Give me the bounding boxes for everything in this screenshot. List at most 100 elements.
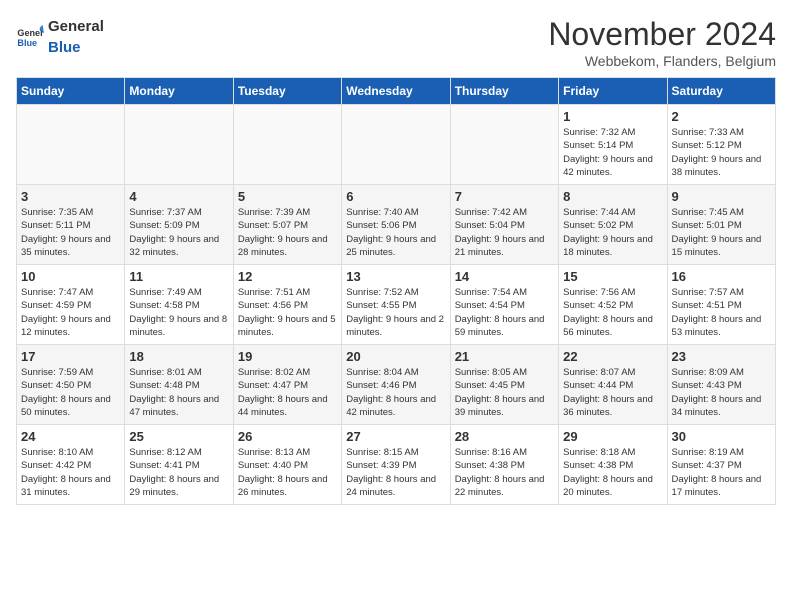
calendar-cell: 1 Sunrise: 7:32 AM Sunset: 5:14 PM Daylig… [559,105,667,185]
day-number: 14 [455,269,554,284]
day-number: 13 [346,269,445,284]
day-number: 17 [21,349,120,364]
day-number: 27 [346,429,445,444]
calendar-cell: 23 Sunrise: 8:09 AM Sunset: 4:43 PM Dayli… [667,345,775,425]
day-number: 30 [672,429,771,444]
calendar-body: 1 Sunrise: 7:32 AM Sunset: 5:14 PM Daylig… [17,105,776,505]
header-cell-sunday: Sunday [17,78,125,105]
calendar-cell: 17 Sunrise: 7:59 AM Sunset: 4:50 PM Dayli… [17,345,125,425]
calendar-cell: 3 Sunrise: 7:35 AM Sunset: 5:11 PM Daylig… [17,185,125,265]
day-info: Sunrise: 7:49 AM Sunset: 4:58 PM Dayligh… [129,286,228,339]
logo: General Blue General Blue [16,16,104,57]
header-cell-saturday: Saturday [667,78,775,105]
day-number: 22 [563,349,662,364]
title-area: November 2024 Webbekom, Flanders, Belgiu… [548,16,776,69]
calendar-cell [17,105,125,185]
day-info: Sunrise: 7:57 AM Sunset: 4:51 PM Dayligh… [672,286,771,339]
day-number: 1 [563,109,662,124]
day-number: 29 [563,429,662,444]
day-info: Sunrise: 7:35 AM Sunset: 5:11 PM Dayligh… [21,206,120,259]
day-info: Sunrise: 8:19 AM Sunset: 4:37 PM Dayligh… [672,446,771,499]
day-info: Sunrise: 7:40 AM Sunset: 5:06 PM Dayligh… [346,206,445,259]
calendar-cell: 2Sunrise: 7:33 AM Sunset: 5:12 PM Daylig… [667,105,775,185]
calendar-cell: 13 Sunrise: 7:52 AM Sunset: 4:55 PM Dayli… [342,265,450,345]
day-info: Sunrise: 8:13 AM Sunset: 4:40 PM Dayligh… [238,446,337,499]
calendar-cell: 12Sunrise: 7:51 AM Sunset: 4:56 PM Dayli… [233,265,341,345]
day-number: 8 [563,189,662,204]
day-info: Sunrise: 8:18 AM Sunset: 4:38 PM Dayligh… [563,446,662,499]
day-number: 9 [672,189,771,204]
header-cell-monday: Monday [125,78,233,105]
day-info: Sunrise: 7:54 AM Sunset: 4:54 PM Dayligh… [455,286,554,339]
day-info: Sunrise: 7:47 AM Sunset: 4:59 PM Dayligh… [21,286,120,339]
calendar-cell: 18 Sunrise: 8:01 AM Sunset: 4:48 PM Dayli… [125,345,233,425]
day-number: 11 [129,269,228,284]
header-cell-tuesday: Tuesday [233,78,341,105]
calendar-cell: 27Sunrise: 8:15 AM Sunset: 4:39 PM Dayli… [342,425,450,505]
day-number: 18 [129,349,228,364]
day-info: Sunrise: 7:32 AM Sunset: 5:14 PM Dayligh… [563,126,662,179]
day-info: Sunrise: 8:05 AM Sunset: 4:45 PM Dayligh… [455,366,554,419]
calendar-cell [342,105,450,185]
calendar-cell: 6 Sunrise: 7:40 AM Sunset: 5:06 PM Daylig… [342,185,450,265]
page-header: General Blue General Blue November 2024 … [16,16,776,69]
day-info: Sunrise: 8:01 AM Sunset: 4:48 PM Dayligh… [129,366,228,419]
calendar-cell [125,105,233,185]
day-number: 25 [129,429,228,444]
day-number: 20 [346,349,445,364]
logo-general-text: General [48,16,104,36]
day-info: Sunrise: 7:39 AM Sunset: 5:07 PM Dayligh… [238,206,337,259]
day-info: Sunrise: 7:52 AM Sunset: 4:55 PM Dayligh… [346,286,445,339]
day-info: Sunrise: 7:45 AM Sunset: 5:01 PM Dayligh… [672,206,771,259]
day-info: Sunrise: 8:12 AM Sunset: 4:41 PM Dayligh… [129,446,228,499]
day-number: 6 [346,189,445,204]
calendar-table: SundayMondayTuesdayWednesdayThursdayFrid… [16,77,776,505]
calendar-cell: 16Sunrise: 7:57 AM Sunset: 4:51 PM Dayli… [667,265,775,345]
logo-blue-text: Blue [48,36,104,57]
calendar-cell: 29 Sunrise: 8:18 AM Sunset: 4:38 PM Dayli… [559,425,667,505]
calendar-cell: 20 Sunrise: 8:04 AM Sunset: 4:46 PM Dayli… [342,345,450,425]
day-number: 26 [238,429,337,444]
day-number: 23 [672,349,771,364]
day-number: 5 [238,189,337,204]
day-info: Sunrise: 7:44 AM Sunset: 5:02 PM Dayligh… [563,206,662,259]
day-number: 10 [21,269,120,284]
day-info: Sunrise: 8:16 AM Sunset: 4:38 PM Dayligh… [455,446,554,499]
calendar-cell: 25 Sunrise: 8:12 AM Sunset: 4:41 PM Dayli… [125,425,233,505]
calendar-cell: 30 Sunrise: 8:19 AM Sunset: 4:37 PM Dayli… [667,425,775,505]
calendar-cell: 5 Sunrise: 7:39 AM Sunset: 5:07 PM Daylig… [233,185,341,265]
day-info: Sunrise: 8:07 AM Sunset: 4:44 PM Dayligh… [563,366,662,419]
calendar-week-0: 1 Sunrise: 7:32 AM Sunset: 5:14 PM Daylig… [17,105,776,185]
month-title: November 2024 [548,16,776,53]
day-number: 15 [563,269,662,284]
calendar-cell: 22 Sunrise: 8:07 AM Sunset: 4:44 PM Dayli… [559,345,667,425]
calendar-cell [233,105,341,185]
calendar-cell: 7Sunrise: 7:42 AM Sunset: 5:04 PM Daylig… [450,185,558,265]
calendar-cell: 26 Sunrise: 8:13 AM Sunset: 4:40 PM Dayli… [233,425,341,505]
calendar-header: SundayMondayTuesdayWednesdayThursdayFrid… [17,78,776,105]
header-cell-friday: Friday [559,78,667,105]
calendar-cell: 19Sunrise: 8:02 AM Sunset: 4:47 PM Dayli… [233,345,341,425]
day-number: 24 [21,429,120,444]
day-info: Sunrise: 7:42 AM Sunset: 5:04 PM Dayligh… [455,206,554,259]
day-info: Sunrise: 8:04 AM Sunset: 4:46 PM Dayligh… [346,366,445,419]
svg-text:Blue: Blue [17,38,37,48]
day-number: 21 [455,349,554,364]
day-info: Sunrise: 8:02 AM Sunset: 4:47 PM Dayligh… [238,366,337,419]
header-cell-thursday: Thursday [450,78,558,105]
header-cell-wednesday: Wednesday [342,78,450,105]
calendar-cell: 11 Sunrise: 7:49 AM Sunset: 4:58 PM Dayli… [125,265,233,345]
logo-text: General Blue [48,16,104,57]
calendar-cell: 8 Sunrise: 7:44 AM Sunset: 5:02 PM Daylig… [559,185,667,265]
day-info: Sunrise: 7:59 AM Sunset: 4:50 PM Dayligh… [21,366,120,419]
calendar-cell [450,105,558,185]
day-number: 3 [21,189,120,204]
day-info: Sunrise: 7:37 AM Sunset: 5:09 PM Dayligh… [129,206,228,259]
calendar-cell: 4Sunrise: 7:37 AM Sunset: 5:09 PM Daylig… [125,185,233,265]
calendar-cell: 21 Sunrise: 8:05 AM Sunset: 4:45 PM Dayli… [450,345,558,425]
calendar-week-3: 17 Sunrise: 7:59 AM Sunset: 4:50 PM Dayli… [17,345,776,425]
calendar-cell: 15Sunrise: 7:56 AM Sunset: 4:52 PM Dayli… [559,265,667,345]
day-info: Sunrise: 8:09 AM Sunset: 4:43 PM Dayligh… [672,366,771,419]
calendar-cell: 9 Sunrise: 7:45 AM Sunset: 5:01 PM Daylig… [667,185,775,265]
day-info: Sunrise: 8:10 AM Sunset: 4:42 PM Dayligh… [21,446,120,499]
